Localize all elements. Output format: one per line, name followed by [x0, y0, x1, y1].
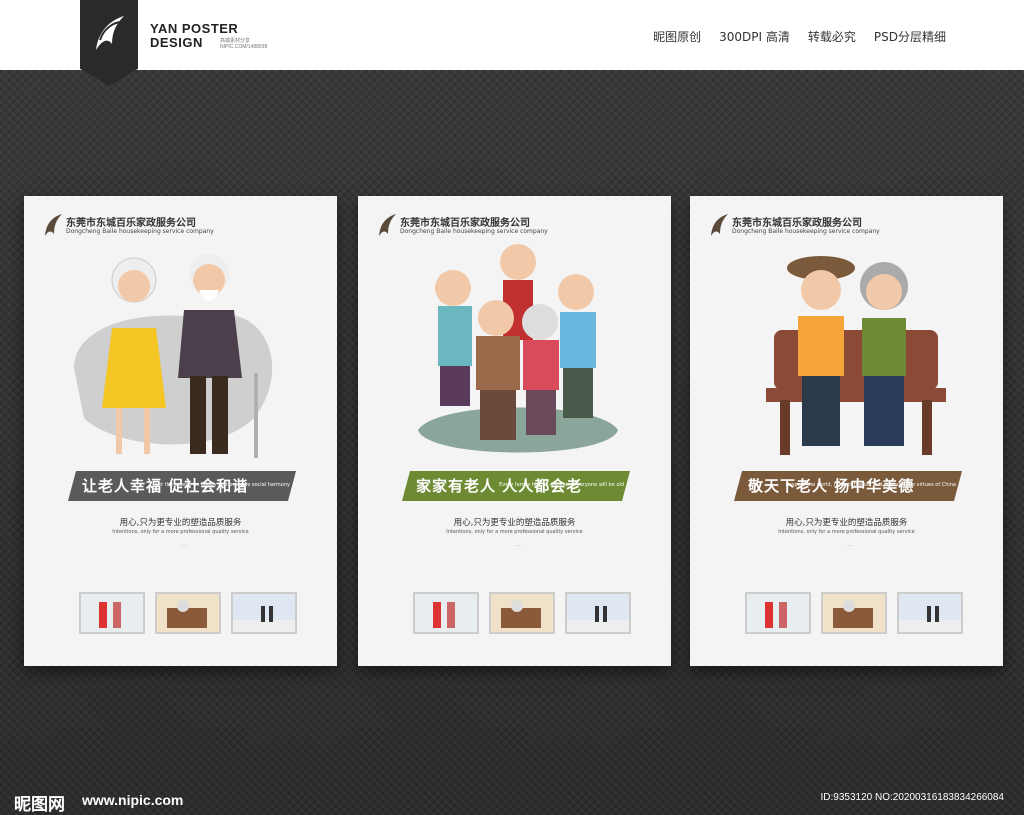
photo-thumbnail — [79, 592, 145, 634]
company-name-en: Dongcheng Baile housekeeping service com… — [66, 228, 214, 235]
bench-couple-illustration — [766, 256, 946, 455]
poster-3: 东莞市东城百乐家政服务公司 Dongcheng Baile housekeepi… — [690, 196, 1003, 666]
photo-thumbnail — [231, 592, 297, 634]
elderly-couple-illustration — [74, 254, 273, 458]
company-name: 东莞市东城百乐家政服务公司 — [732, 218, 862, 229]
photo-thumbnail — [565, 592, 631, 634]
slogan-en: Intentions, only for a more professional… — [778, 529, 915, 535]
slogan-en: Intentions, only for a more professional… — [112, 529, 249, 535]
slogan-en: Intentions, only for a more professional… — [446, 529, 583, 535]
photo-strip — [413, 592, 631, 634]
poster-title-banner: 敬天下老人 扬中华美德 Respect the world, respect t… — [734, 471, 962, 501]
company-logo-icon — [711, 214, 728, 236]
feature-psd: PSD分层精细 — [873, 30, 946, 44]
poster-header: 东莞市东城百乐家政服务公司 Dongcheng Baile housekeepi… — [42, 212, 214, 242]
poster-title-banner: 让老人幸福 促社会和谐 Let the elderly be happy and… — [68, 471, 296, 501]
brand-name: YAN POSTER DESIGN 高端素材分享 NIPIC.COM/14885… — [150, 21, 267, 51]
brand-line1: YAN POSTER — [150, 21, 239, 36]
company-name: 东莞市东城百乐家政服务公司 — [400, 218, 530, 229]
site-url[interactable]: www.nipic.com — [82, 792, 183, 808]
company-name-en: Dongcheng Baile housekeeping service com… — [732, 228, 880, 235]
poster-header: 东莞市东城百乐家政服务公司 Dongcheng Baile housekeepi… — [708, 212, 880, 242]
feature-copyright: 转载必究 — [807, 30, 856, 44]
photo-strip — [79, 592, 297, 634]
brand-logo — [80, 0, 138, 86]
slogan: 用心,只为更专业的塑造品质服务 — [453, 518, 576, 528]
photo-thumbnail — [821, 592, 887, 634]
poster-1: 东莞市东城百乐家政服务公司 Dongcheng Baile housekeepi… — [24, 196, 337, 666]
photo-thumbnail — [745, 592, 811, 634]
poster-subtitle: Respect the world, respect the old and p… — [785, 482, 956, 488]
feature-original: 昵图原创 — [653, 30, 702, 44]
poster-subtitle: Every family has an old man, everyone wi… — [499, 482, 624, 488]
elderly-group-illustration — [418, 244, 618, 453]
photo-thumbnail — [489, 592, 555, 634]
photo-thumbnail — [413, 592, 479, 634]
top-bar: YAN POSTER DESIGN 高端素材分享 NIPIC.COM/14885… — [0, 0, 1024, 86]
body-text: ...... — [846, 543, 854, 547]
body-text: ...... — [180, 543, 188, 547]
poster-header: 东莞市东城百乐家政服务公司 Dongcheng Baile housekeepi… — [376, 212, 548, 242]
brand-small: 高端素材分享 NIPIC.COM/1488598 — [220, 38, 268, 50]
photo-strip — [745, 592, 963, 634]
photo-thumbnail — [155, 592, 221, 634]
feature-dpi: 300DPI 高清 — [719, 30, 790, 44]
slogan: 用心,只为更专业的塑造品质服务 — [785, 518, 908, 528]
poster-title-banner: 家家有老人 人人都会老 Every family has an old man,… — [402, 471, 630, 501]
poster-2: 东莞市东城百乐家政服务公司 Dongcheng Baile housekeepi… — [358, 196, 671, 666]
slogan: 用心,只为更专业的塑造品质服务 — [119, 518, 242, 528]
company-name-en: Dongcheng Baile housekeeping service com… — [400, 228, 548, 235]
image-id-text: ID:9353120 NO:20200316183834266084 — [820, 792, 1005, 803]
company-logo-icon — [45, 214, 62, 236]
company-logo-icon — [379, 214, 396, 236]
body-text: ...... — [514, 543, 522, 547]
poster-subtitle: Let the elderly be happy and promote soc… — [155, 482, 290, 488]
photo-thumbnail — [897, 592, 963, 634]
site-logo: 昵图网 — [14, 795, 65, 815]
feature-list: 昵图原创 300DPI 高清 转载必究 PSD分层精细 — [653, 28, 946, 45]
company-name: 东莞市东城百乐家政服务公司 — [66, 218, 196, 229]
